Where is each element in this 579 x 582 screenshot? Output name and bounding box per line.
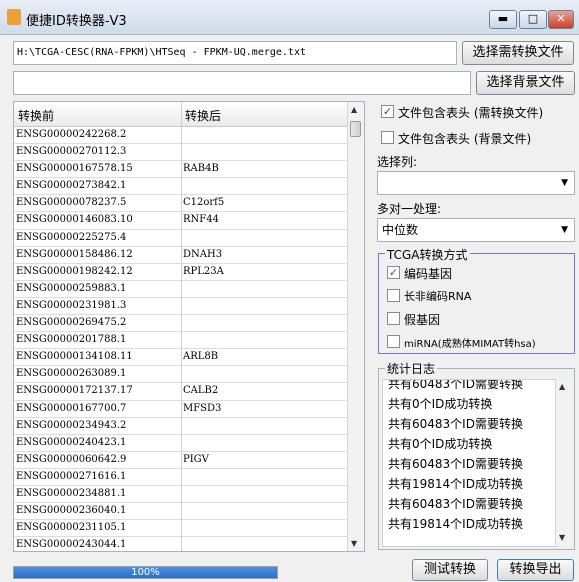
cell-after: CALB2 — [183, 385, 219, 397]
log-line: 共有0个ID成功转换 — [388, 397, 493, 411]
table-header: 转换前 转换后 — [14, 102, 349, 127]
cell-after: PIGV — [183, 453, 209, 465]
cell-before: ENSG00000198242.12 — [16, 265, 133, 277]
cell-before: ENSG00000234881.1 — [16, 487, 127, 499]
pseudogene-checkbox[interactable] — [387, 312, 400, 325]
cell-before: ENSG00000273842.1 — [16, 180, 127, 192]
select-background-file-button[interactable]: 选择背景文件 — [476, 71, 575, 95]
title-bar: 便捷ID转换器-V3 ▬ □ ✕ — [0, 0, 579, 35]
maximize-button[interactable]: □ — [519, 10, 547, 29]
progress-label: 100% — [131, 567, 160, 578]
header-background-label: 文件包含表头 (背景文件) — [398, 132, 532, 146]
cell-before: ENSG00000259883.1 — [16, 282, 127, 294]
cell-after: RNF44 — [183, 214, 219, 226]
cell-before: ENSG00000242268.2 — [16, 129, 127, 140]
log-line: 共有19814个ID成功转换 — [388, 477, 523, 491]
many-to-one-label: 多对一处理: — [377, 202, 442, 216]
scroll-down-icon[interactable]: ▼ — [351, 539, 357, 548]
cell-before: ENSG00000271616.1 — [16, 470, 127, 482]
select-column-label: 选择列: — [377, 155, 418, 169]
log-line: 共有60483个ID需要转换 — [388, 457, 523, 471]
log-scrollbar[interactable]: ▲ ▼ — [555, 379, 572, 545]
cell-before: ENSG00000231105.1 — [16, 522, 127, 534]
cell-after: DNAH3 — [183, 248, 223, 260]
cell-before: ENSG00000263089.1 — [16, 368, 127, 380]
cell-before: ENSG00000269475.2 — [16, 317, 127, 329]
cell-before: ENSG00000201788.1 — [16, 334, 127, 346]
cell-before: ENSG00000231981.3 — [16, 299, 127, 311]
log-line: 共有60483个ID需要转换 — [388, 417, 523, 431]
cell-before: ENSG00000060642.9 — [16, 453, 127, 465]
close-button[interactable]: ✕ — [548, 10, 574, 29]
cell-before: ENSG00000078237.5 — [16, 197, 127, 209]
tcga-group-title: TCGA转换方式 — [385, 246, 470, 263]
scroll-down-icon[interactable]: ▼ — [559, 533, 565, 542]
stats-log-title: 统计日志 — [385, 360, 438, 377]
input-file-path-field[interactable]: H:\TCGA-CESC(RNA-FPKM)\HTSeq - FPKM-UQ.m… — [13, 41, 457, 65]
cell-before: ENSG00000240423.1 — [16, 436, 127, 448]
background-file-path-field[interactable] — [13, 71, 471, 95]
mirna-label: miRNA(成熟体MIMAT转hsa) — [404, 339, 536, 350]
cell-before: ENSG00000167700.7 — [16, 402, 127, 414]
stats-log-text[interactable]: 共有60483个ID需要转换 共有0个ID成功转换 共有60483个ID需要转换 共有… — [382, 379, 558, 547]
coding-gene-checkbox[interactable]: ✓ — [387, 266, 400, 279]
progress-bar: 100% — [13, 566, 278, 579]
column-header-after[interactable]: 转换后 — [185, 107, 221, 124]
chevron-down-icon: ▼ — [561, 225, 568, 235]
stats-log-panel: 统计日志 共有60483个ID需要转换 共有0个ID成功转换 共有60483个ID需… — [378, 360, 575, 550]
chevron-down-icon: ▼ — [561, 178, 568, 188]
log-line: 共有60483个ID需要转换 — [388, 497, 523, 511]
convert-export-button[interactable]: 转换导出 — [497, 559, 574, 581]
cell-before: ENSG00000134108.11 — [16, 351, 133, 363]
mirna-checkbox[interactable] — [387, 335, 400, 348]
scroll-thumb[interactable] — [350, 121, 361, 137]
cell-after: ARL8B — [183, 351, 219, 363]
lncrna-checkbox[interactable] — [387, 289, 400, 302]
cell-after: RPL23A — [183, 265, 224, 277]
cell-before: ENSG00000172137.17 — [16, 385, 133, 397]
log-line: 共有0个ID成功转换 — [388, 437, 493, 451]
tcga-conversion-group: TCGA转换方式 ✓ 编码基因 长非编码RNA 假基因 miRNA(成熟体MIM… — [378, 246, 575, 354]
java-app-icon — [7, 9, 21, 25]
header-background-checkbox[interactable] — [381, 131, 394, 144]
cell-before: ENSG00000236040.1 — [16, 505, 127, 517]
scroll-up-icon[interactable]: ▲ — [559, 382, 565, 391]
conversion-table[interactable]: 转换前 转换后 ENSG00000242268.2 ENSG00000270112… — [13, 101, 365, 552]
cell-before: ENSG00000243044.1 — [16, 539, 127, 551]
scroll-up-icon[interactable]: ▲ — [351, 105, 357, 114]
cell-before: ENSG00000270112.3 — [16, 146, 127, 158]
coding-gene-label: 编码基因 — [404, 267, 453, 281]
select-column-dropdown[interactable]: ▼ — [377, 171, 575, 195]
column-header-before[interactable]: 转换前 — [18, 107, 54, 124]
pseudogene-label: 假基因 — [404, 313, 441, 327]
header-input-label: 文件包含表头 (需转换文件) — [398, 106, 544, 120]
cell-before: ENSG00000225275.4 — [16, 231, 127, 243]
minimize-button[interactable]: ▬ — [489, 10, 517, 29]
table-scrollbar[interactable]: ▲ ▼ — [347, 102, 364, 551]
test-convert-button[interactable]: 测试转换 — [412, 559, 488, 581]
cell-before: ENSG00000234943.2 — [16, 419, 127, 431]
window-title: 便捷ID转换器-V3 — [26, 14, 127, 29]
cell-before: ENSG00000146083.10 — [16, 214, 133, 226]
many-to-one-dropdown[interactable]: 中位数 ▼ — [377, 218, 575, 242]
cell-after: MFSD3 — [183, 402, 222, 414]
cell-before: ENSG00000158486.12 — [16, 248, 133, 260]
log-line: 共有60483个ID需要转换 — [388, 379, 523, 391]
log-line: 共有19814个ID成功转换 — [388, 517, 523, 531]
lncrna-label: 长非编码RNA — [404, 290, 472, 303]
cell-after: RAB4B — [183, 163, 219, 175]
header-input-checkbox[interactable]: ✓ — [381, 105, 394, 118]
cell-after: C12orf5 — [183, 197, 225, 209]
select-input-file-button[interactable]: 选择需转换文件 — [462, 41, 574, 65]
cell-before: ENSG00000167578.15 — [16, 163, 133, 175]
